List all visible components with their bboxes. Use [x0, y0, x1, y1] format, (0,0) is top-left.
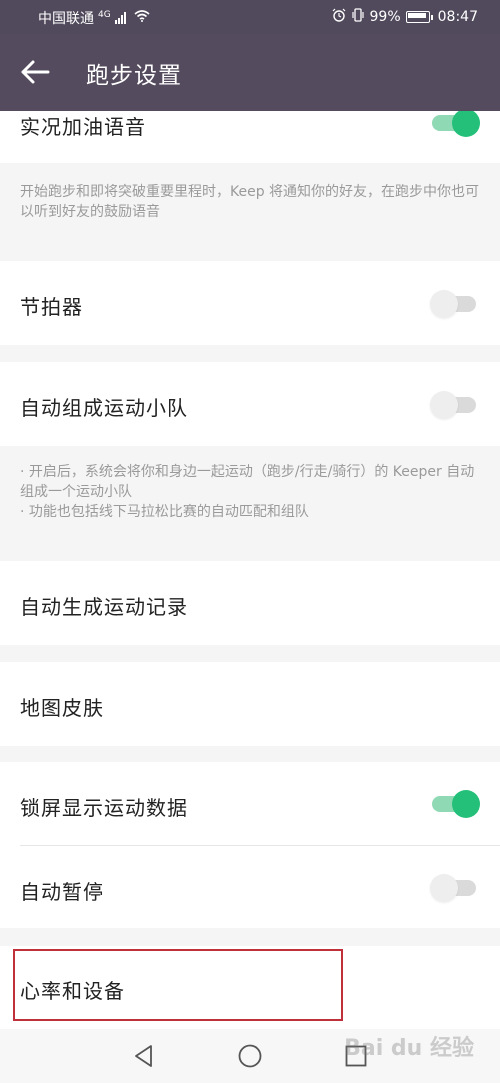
- carrier-name: 中国联通: [38, 11, 94, 27]
- setting-label: 地图皮肤: [20, 696, 104, 720]
- vibrate-icon: [351, 8, 365, 26]
- nav-home-icon[interactable]: [237, 1043, 263, 1069]
- setting-label: 实况加油语音: [20, 115, 146, 139]
- status-bar: 中国联通 4G 99% 08:47: [0, 0, 500, 34]
- page-title: 跑步设置: [86, 63, 182, 89]
- alarm-icon: [332, 8, 346, 26]
- app-bar: 跑步设置: [0, 34, 500, 111]
- wifi-icon: [134, 10, 150, 26]
- live-cheer-description: 开始跑步和即将突破重要里程时，Keep 将通知你的好友，在跑步中你也可以听到好友…: [0, 163, 500, 261]
- nav-back-icon[interactable]: [131, 1043, 157, 1069]
- back-arrow-icon[interactable]: [18, 56, 52, 90]
- metronome-toggle[interactable]: [430, 288, 480, 318]
- setting-label: 节拍器: [20, 295, 83, 319]
- settings-list[interactable]: 实况加油语音 开始跑步和即将突破重要里程时，Keep 将通知你的好友，在跑步中你…: [0, 111, 500, 1029]
- highlight-annotation: [13, 949, 343, 1021]
- lock-screen-data-toggle[interactable]: [430, 788, 480, 818]
- setting-label: 自动生成运动记录: [20, 595, 188, 619]
- live-cheer-voice-toggle[interactable]: [430, 111, 480, 137]
- battery-percent: 99%: [369, 9, 401, 25]
- setting-row-map-skin[interactable]: 地图皮肤: [0, 662, 500, 746]
- setting-row-lock-screen-data[interactable]: 锁屏显示运动数据: [0, 762, 500, 846]
- setting-row-auto-team[interactable]: 自动组成运动小队: [0, 362, 500, 446]
- signal-icon: [114, 12, 126, 24]
- setting-label: 锁屏显示运动数据: [20, 796, 188, 820]
- battery-icon: [405, 11, 430, 23]
- auto-team-description: · 开启后，系统会将你和身边一起运动（跑步/行走/骑行）的 Keeper 自动组…: [0, 446, 500, 561]
- clock: 08:47: [437, 9, 478, 25]
- setting-row-auto-pause[interactable]: 自动暂停: [0, 846, 500, 928]
- setting-row-auto-record[interactable]: 自动生成运动记录: [0, 561, 500, 645]
- auto-team-toggle[interactable]: [430, 389, 480, 419]
- network-type: 4G: [98, 10, 111, 20]
- setting-label: 自动组成运动小队: [20, 396, 188, 420]
- watermark: Bai du 经验: [344, 1036, 474, 1061]
- setting-row-live-cheer-voice[interactable]: 实况加油语音: [0, 111, 500, 163]
- auto-pause-toggle[interactable]: [430, 872, 480, 902]
- setting-label: 自动暂停: [20, 880, 104, 904]
- setting-row-metronome[interactable]: 节拍器: [0, 261, 500, 345]
